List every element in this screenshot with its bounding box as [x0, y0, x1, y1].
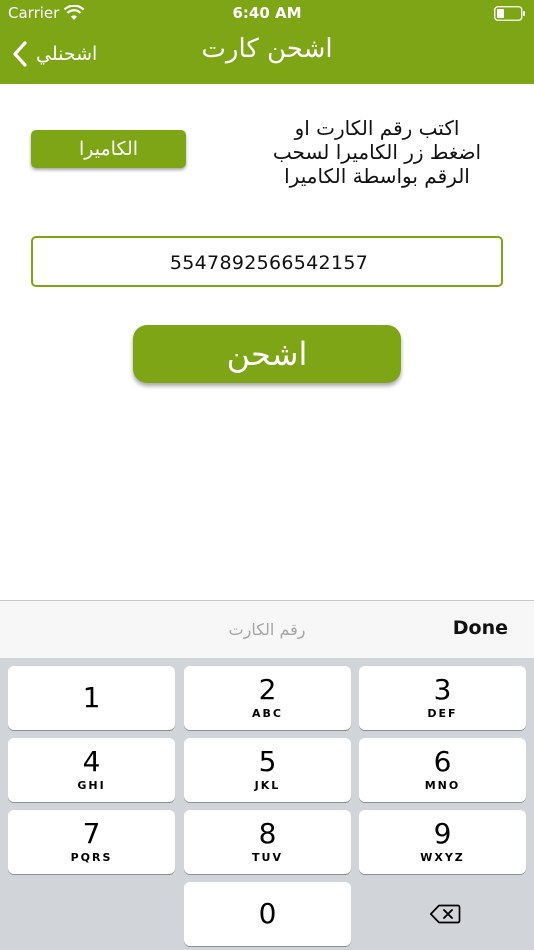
app-header: Carrier 6:40 AM اشحنلي اشحن كارت [0, 0, 534, 84]
camera-button[interactable]: الكاميرا [31, 130, 186, 168]
key-digit: 7 [82, 817, 101, 850]
instruction-line: الرقم بواسطة الكاميرا [284, 164, 470, 188]
key-letters: DEF [427, 707, 458, 720]
key-9[interactable]: 9 WXYZ [359, 810, 526, 874]
key-digit: 2 [258, 673, 277, 706]
key-6[interactable]: 6 MNO [359, 738, 526, 802]
key-digit: 1 [82, 681, 101, 714]
delete-key[interactable] [359, 882, 526, 946]
key-8[interactable]: 8 TUV [184, 810, 351, 874]
key-letters: WXYZ [420, 851, 465, 864]
card-number-field[interactable] [31, 236, 505, 287]
numeric-keyboard: 1 2 ABC 3 DEF 4 GHI 5 JKL 6 MNO 7 PQRS 8… [0, 658, 534, 950]
instruction-line: اضغط زر الكاميرا لسحب [272, 140, 482, 164]
done-button[interactable]: Done [453, 617, 508, 639]
key-letters: TUV [252, 851, 283, 864]
key-letters: MNO [424, 779, 461, 792]
battery-icon [494, 6, 525, 21]
key-2[interactable]: 2 ABC [184, 666, 351, 730]
key-1[interactable]: 1 [8, 666, 175, 730]
key-5[interactable]: 5 JKL [184, 738, 351, 802]
status-time: 6:40 AM [232, 4, 302, 22]
key-letters: ABC [252, 707, 283, 720]
charge-button[interactable]: اشحن [133, 325, 401, 383]
key-4[interactable]: 4 GHI [8, 738, 175, 802]
status-bar: Carrier 6:40 AM [0, 0, 534, 28]
key-blank [8, 882, 175, 946]
key-letters: JKL [254, 779, 281, 792]
page-title: اشحن كارت [201, 34, 333, 64]
key-digit: 6 [433, 745, 452, 778]
card-number-input[interactable] [33, 238, 505, 287]
instructions-text: اكتب رقم الكارت او اضغط زر الكاميرا لسحب… [240, 116, 514, 188]
key-digit: 8 [258, 817, 277, 850]
navigation-bar: اشحنلي اشحن كارت [0, 28, 534, 84]
key-digit: 3 [433, 673, 452, 706]
key-digit: 5 [258, 745, 277, 778]
keyboard-accessory-bar: رقم الكارت Done [0, 600, 534, 658]
key-digit: 9 [433, 817, 452, 850]
key-3[interactable]: 3 DEF [359, 666, 526, 730]
key-letters: PQRS [70, 851, 113, 864]
key-letters: GHI [77, 779, 106, 792]
backspace-icon [429, 904, 461, 924]
key-7[interactable]: 7 PQRS [8, 810, 175, 874]
key-digit: 0 [258, 897, 277, 930]
key-digit: 4 [82, 745, 101, 778]
instruction-line: اكتب رقم الكارت او [294, 116, 460, 140]
key-0[interactable]: 0 [184, 882, 351, 946]
